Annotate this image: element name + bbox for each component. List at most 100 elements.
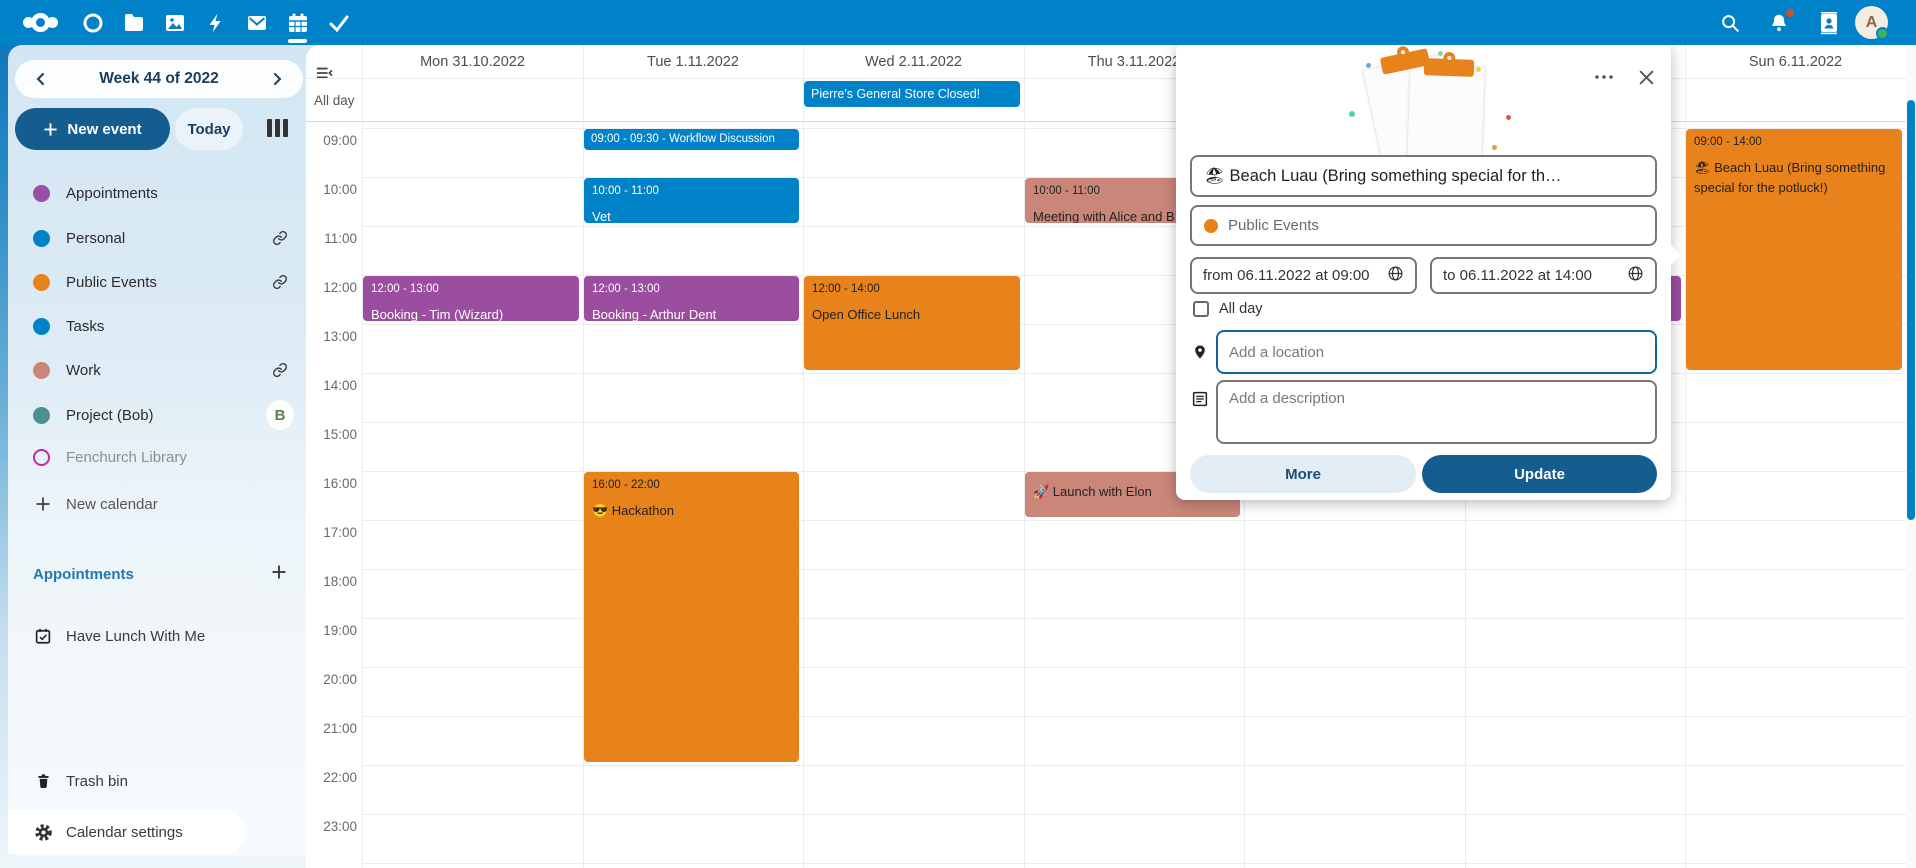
activity-icon[interactable] — [199, 6, 233, 40]
new-calendar-button[interactable]: New calendar — [8, 486, 306, 522]
scrollbar-thumb[interactable] — [1907, 100, 1915, 520]
event-time: 16:00 - 22:00 — [592, 479, 791, 491]
event-title-input[interactable] — [1190, 155, 1657, 197]
end-datetime-field[interactable]: to 06.11.2022 at 14:00 — [1430, 257, 1657, 294]
event-time: 12:00 - 13:00 — [592, 283, 791, 295]
appointments-heading: Appointments — [33, 566, 134, 583]
grid-vline — [362, 45, 363, 868]
close-icon[interactable] — [1628, 59, 1664, 95]
start-datetime-field[interactable]: from 06.11.2022 at 09:00 — [1190, 257, 1417, 294]
grid-hline — [362, 373, 1916, 374]
dashboard-icon[interactable] — [76, 6, 110, 40]
add-appointment-button[interactable] — [266, 559, 292, 585]
new-event-button[interactable]: New event — [15, 108, 170, 150]
calendar-event[interactable]: 12:00 - 13:00 Booking - Arthur Dent — [584, 276, 799, 321]
timezone-globe-icon[interactable] — [1387, 265, 1404, 286]
time-label: 15:00 — [306, 427, 357, 442]
event-time: 10:00 - 11:00 — [592, 185, 791, 197]
files-icon[interactable] — [117, 6, 151, 40]
event-time: 09:00 - 14:00 — [1694, 136, 1894, 148]
allday-event[interactable]: Pierre's General Store Closed! — [804, 81, 1020, 107]
calendar-event[interactable]: 09:00 - 14:00🏖 Beach Luau (Bring somethi… — [1686, 129, 1902, 370]
calendar-color-dot — [33, 185, 50, 202]
more-button[interactable]: More — [1190, 455, 1416, 493]
nextcloud-logo[interactable] — [14, 8, 66, 36]
calendar-event[interactable]: 16:00 - 22:00😎 Hackathon — [584, 472, 799, 762]
calendar-settings-button[interactable]: Calendar settings — [8, 810, 246, 854]
time-label: 16:00 — [306, 476, 357, 491]
prev-week-icon[interactable] — [33, 71, 49, 87]
event-editor-popup: Public Events from 06.11.2022 at 09:00 t… — [1176, 43, 1671, 500]
popup-arrow — [1671, 245, 1681, 265]
share-link-icon[interactable] — [266, 224, 294, 252]
event-time: 09:00 - 09:30 - Workflow Discussion — [591, 133, 792, 145]
mail-icon[interactable] — [240, 6, 274, 40]
event-title: Booking - Arthur Dent — [592, 305, 791, 321]
time-label: 14:00 — [306, 378, 357, 393]
grid-hline — [362, 765, 1916, 766]
time-label: 11:00 — [306, 231, 357, 246]
calendar-color-dot — [33, 318, 50, 335]
day-header[interactable]: Mon 31.10.2022 — [362, 45, 583, 78]
sidebar-calendar-item[interactable]: Public Events — [8, 264, 306, 300]
calendar-event[interactable]: 12:00 - 13:00Booking - Tim (Wizard) — [363, 276, 579, 321]
plus-icon — [33, 494, 53, 514]
calendar-name: Work — [66, 362, 101, 379]
calendar-icon[interactable] — [281, 6, 315, 40]
appointment-item[interactable]: Have Lunch With Me — [8, 618, 306, 654]
sidebar-calendar-item[interactable]: Tasks — [8, 308, 306, 344]
gear-icon — [33, 822, 53, 842]
sidebar-calendar-item[interactable]: Appointments — [8, 175, 306, 211]
event-time: 12:00 - 14:00 — [812, 283, 1012, 295]
day-header[interactable]: Wed 2.11.2022 — [803, 45, 1024, 78]
category-select[interactable]: Public Events — [1190, 205, 1657, 246]
topbar: A — [0, 0, 1916, 45]
calendar-event[interactable]: 12:00 - 14:00 Open Office Lunch — [804, 276, 1020, 370]
day-header[interactable]: Tue 1.11.2022 — [583, 45, 803, 78]
allday-checkbox-row[interactable]: All day — [1193, 301, 1263, 317]
search-icon[interactable] — [1713, 6, 1747, 40]
tasks-icon[interactable] — [322, 6, 356, 40]
status-dot — [1876, 27, 1889, 40]
next-week-icon[interactable] — [269, 71, 285, 87]
active-app-indicator — [288, 39, 307, 43]
day-header[interactable]: Sun 6.11.2022 — [1685, 45, 1906, 78]
event-title: Open Office Lunch — [812, 305, 1012, 325]
share-link-icon[interactable] — [266, 356, 294, 384]
week-view-toggle-icon[interactable] — [267, 119, 295, 139]
photos-icon[interactable] — [158, 6, 192, 40]
shared-by-badge: B — [266, 401, 294, 429]
time-label: 13:00 — [306, 329, 357, 344]
today-button[interactable]: Today — [175, 108, 243, 150]
sidebar-calendar-item[interactable]: Work — [8, 352, 306, 388]
trash-bin-item[interactable]: Trash bin — [8, 763, 306, 799]
calendar-name: Tasks — [66, 318, 104, 335]
week-label: Week 44 of 2022 — [99, 70, 218, 88]
category-value: Public Events — [1228, 217, 1319, 234]
sidebar-calendar-item[interactable]: Personal — [8, 220, 306, 256]
notification-dot — [1786, 9, 1794, 17]
sidebar-calendar-item[interactable]: Fenchurch Library — [8, 439, 306, 475]
share-link-icon[interactable] — [266, 268, 294, 296]
calendar-event[interactable]: 09:00 - 09:30 - Workflow Discussion — [584, 129, 799, 150]
popup-actions-icon[interactable] — [1586, 59, 1622, 95]
calendar-name: Public Events — [66, 274, 157, 291]
calendar-color-dot — [33, 449, 50, 466]
week-navigation: Week 44 of 2022 — [15, 60, 303, 98]
contacts-icon[interactable] — [1812, 6, 1846, 40]
event-title: Booking - Tim (Wizard) — [371, 305, 571, 321]
update-button[interactable]: Update — [1422, 455, 1657, 493]
calendar-name: Personal — [66, 230, 125, 247]
calendar-event[interactable]: 10:00 - 11:00Vet — [584, 178, 799, 223]
trash-icon — [33, 771, 53, 791]
calendar-grid: All day Mon 31.10.2022Tue 1.11.2022Wed 2… — [306, 45, 1916, 868]
grid-hline — [362, 422, 1916, 423]
calendar-color-dot — [33, 274, 50, 291]
sidebar-calendar-item[interactable]: Project (Bob)B — [8, 397, 306, 433]
grid-hline — [362, 863, 1916, 864]
description-input[interactable] — [1216, 380, 1657, 444]
location-input[interactable] — [1216, 330, 1657, 374]
allday-checkbox[interactable] — [1193, 301, 1209, 317]
calendar-color-dot — [33, 362, 50, 379]
timezone-globe-icon[interactable] — [1627, 265, 1644, 286]
